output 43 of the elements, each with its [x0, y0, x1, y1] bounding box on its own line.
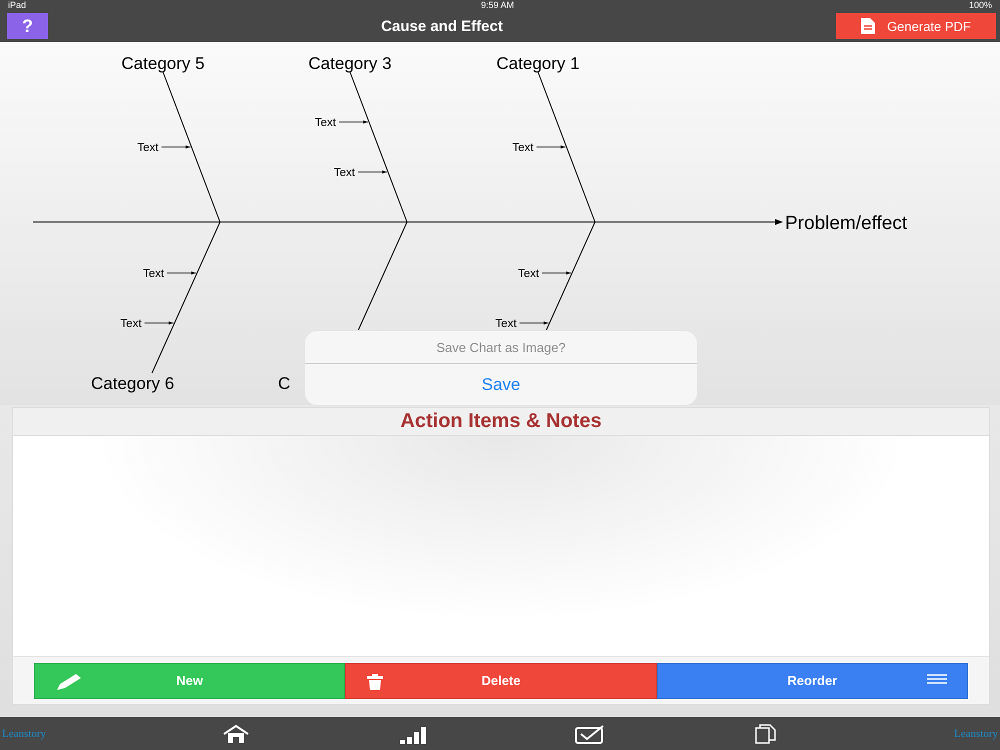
clock: 9:59 AM — [480, 0, 514, 10]
logo: Leanstory — [2, 728, 47, 740]
checkbox-icon — [575, 724, 606, 744]
cause-arrow — [144, 321, 174, 325]
new-button[interactable]: New — [34, 662, 346, 698]
cause-label: Text — [137, 142, 158, 154]
pencil-icon — [55, 672, 83, 690]
help-button[interactable]: ? — [7, 13, 48, 39]
battery-level: 100% — [968, 0, 992, 10]
trash-icon — [366, 672, 384, 690]
menu-icon — [926, 672, 947, 684]
category-label: Category 5 — [121, 54, 205, 73]
delete-button[interactable]: Delete — [345, 662, 657, 698]
screen-title: Cause and Effect — [381, 18, 503, 34]
cause-label: Text — [334, 167, 355, 179]
cause-label: Text — [120, 318, 142, 330]
category-label: Category 1 — [496, 54, 580, 73]
category-label: Category 3 — [308, 54, 392, 73]
reorder-button[interactable]: Reorder — [656, 662, 968, 698]
effect-label: Problem/effect — [785, 213, 908, 234]
cause-arrow — [166, 271, 196, 275]
home-icon — [222, 724, 250, 744]
dialog-message: Save Chart as Image? — [305, 331, 697, 364]
cause-arrow — [536, 145, 566, 149]
category-label: C — [278, 374, 290, 393]
logo: Leanstory — [953, 728, 998, 740]
save-button[interactable]: Save — [305, 364, 697, 405]
cause-arrow — [161, 145, 191, 149]
cause-arrow — [358, 170, 388, 174]
generate-pdf-button[interactable]: Generate PDF — [836, 13, 996, 39]
cause-arrow — [519, 321, 549, 325]
cause-label: Text — [142, 268, 164, 280]
cause-label: Text — [512, 142, 534, 154]
device-name: iPad — [8, 0, 26, 10]
copy-icon — [754, 724, 778, 744]
cause-arrow — [542, 271, 572, 275]
document-icon — [861, 18, 876, 34]
cause-arrow — [338, 120, 368, 124]
cause-label: Text — [314, 117, 336, 129]
category-label: Category 6 — [91, 374, 174, 393]
cause-label: Text — [495, 318, 517, 330]
panel-title: Action Items & Notes — [400, 410, 602, 433]
cause-label: Text — [518, 268, 540, 280]
